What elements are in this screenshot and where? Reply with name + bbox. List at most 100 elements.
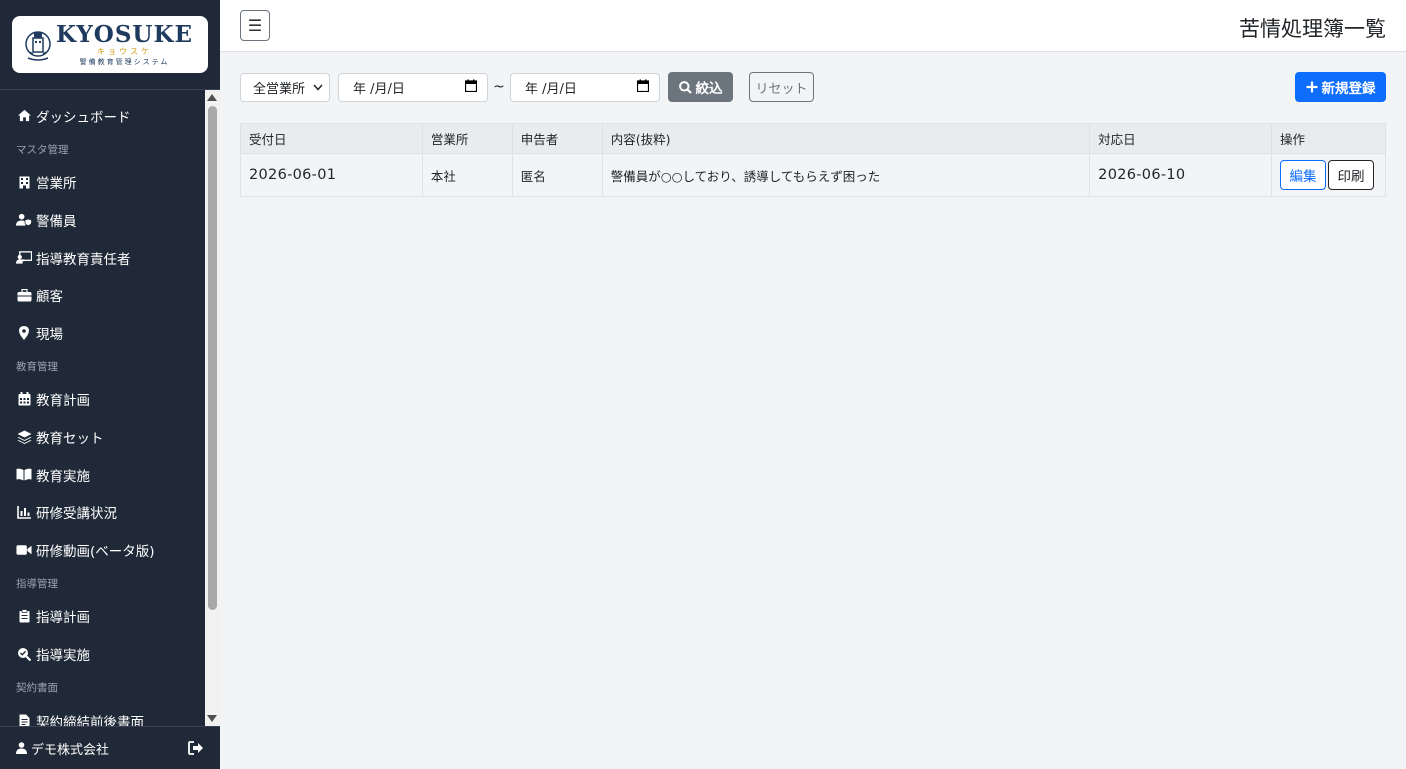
date-to-value: 年 /月/日 [525, 81, 577, 97]
home-icon [16, 109, 32, 123]
sidebar-item-edu-set[interactable]: 教育セット [0, 418, 205, 456]
sidebar-item-customers[interactable]: 顧客 [0, 276, 205, 314]
cell-received-date: 2026-06-01 [240, 153, 423, 197]
briefcase-icon [16, 288, 32, 302]
top-header: ☰ 苦情処理簿一覧 [220, 0, 1406, 52]
cell-office: 本社 [421, 153, 513, 197]
col-actions: 操作 [1271, 123, 1386, 154]
calendar-picker-icon[interactable] [636, 79, 650, 96]
filter-bar: 全営業所 年 /月/日 ~ 年 /月/日 絞込 リセット [240, 72, 814, 102]
sidebar-item-label: 契約締結前後書面 [36, 714, 144, 726]
sidebar-item-label: 研修受講状況 [36, 506, 117, 523]
col-office[interactable]: 営業所 [421, 123, 513, 154]
calendar-icon [16, 392, 32, 406]
sidebar-item-label: 教育計画 [36, 393, 90, 410]
layers-icon [16, 430, 32, 444]
sidebar-scrollbar[interactable] [205, 90, 220, 726]
sidebar-item-guards[interactable]: 警備員 [0, 201, 205, 239]
calendar-picker-icon[interactable] [464, 79, 478, 96]
sidebar-item-label: 顧客 [36, 289, 63, 306]
hamburger-icon: ☰ [247, 16, 263, 35]
scroll-up-icon[interactable] [207, 94, 217, 101]
chalkboard-teacher-icon [16, 251, 32, 265]
sidebar-item-sites[interactable]: 現場 [0, 314, 205, 352]
section-contract: 契約書面 [16, 681, 58, 694]
date-from-input[interactable]: 年 /月/日 [338, 72, 488, 102]
date-from-value: 年 /月/日 [353, 81, 405, 97]
section-education: 教育管理 [16, 360, 58, 373]
office-select-value: 全営業所 [253, 81, 306, 97]
logo-sub-text: 警備教育管理システム [79, 57, 170, 66]
sidebar-item-label: 教育実施 [36, 468, 90, 485]
table-row[interactable]: 2026-06-01 本社 匿名 警備員が○○しており、誘導してもらえず困った … [240, 153, 1386, 197]
user-name: デモ株式会社 [31, 742, 110, 758]
range-separator: ~ [493, 79, 505, 95]
sidebar-item-training-video[interactable]: 研修動画(ベータ版) [0, 531, 205, 569]
user-shield-icon [16, 213, 32, 227]
sidebar-footer: デモ株式会社 [0, 726, 220, 769]
sidebar: KYOSUKE キョウスケ 警備教育管理システム ダッシュボード マスタ管理 営… [0, 0, 220, 769]
sidebar-item-contract-docs[interactable]: 契約締結前後書面 [0, 702, 205, 726]
table-header-row: 受付日 営業所 申告者 内容(抜粋) 対応日 操作 [240, 123, 1386, 154]
sidebar-item-label: 警備員 [36, 213, 77, 230]
sidebar-item-instructors[interactable]: 指導教育責任者 [0, 239, 205, 277]
new-entry-label: 新規登録 [1321, 81, 1376, 97]
sidebar-item-label: 研修動画(ベータ版) [36, 543, 155, 560]
logo[interactable]: KYOSUKE キョウスケ 警備教育管理システム [12, 16, 208, 73]
sidebar-item-label: 現場 [36, 326, 63, 343]
sidebar-item-training-status[interactable]: 研修受講状況 [0, 493, 205, 531]
date-to-input[interactable]: 年 /月/日 [510, 72, 660, 102]
sidebar-item-guidance-plan[interactable]: 指導計画 [0, 598, 205, 636]
menu-toggle-button[interactable]: ☰ [240, 10, 270, 41]
sidebar-item-guidance-exec[interactable]: 指導実施 [0, 635, 205, 673]
clipboard-icon [16, 609, 32, 623]
video-icon [16, 543, 32, 557]
office-select[interactable]: 全営業所 [240, 72, 330, 102]
col-response-date[interactable]: 対応日 [1089, 123, 1273, 154]
reset-button[interactable]: リセット [749, 72, 814, 102]
col-reporter[interactable]: 申告者 [511, 123, 603, 154]
filter-button-label: 絞込 [695, 81, 723, 97]
sidebar-item-edu-exec[interactable]: 教育実施 [0, 456, 205, 494]
building-icon [16, 175, 32, 189]
current-user: デモ株式会社 [16, 739, 109, 758]
complaints-table: 受付日 営業所 申告者 内容(抜粋) 対応日 操作 2026-06-01 本社 … [240, 123, 1386, 197]
edit-button[interactable]: 編集 [1280, 160, 1327, 190]
sidebar-item-label: 指導実施 [36, 647, 90, 664]
new-entry-button[interactable]: 新規登録 [1295, 72, 1386, 102]
sidebar-item-label: ダッシュボード [36, 109, 131, 126]
file-contract-icon [16, 714, 32, 726]
filter-button[interactable]: 絞込 [668, 72, 733, 102]
sidebar-item-label: 教育セット [36, 430, 104, 447]
sidebar-item-label: 営業所 [36, 176, 77, 193]
cell-content: 警備員が○○しており、誘導してもらえず困った [601, 153, 1091, 197]
logo-kana-text: キョウスケ [97, 46, 152, 56]
logo-emblem-icon [24, 24, 52, 66]
scroll-thumb[interactable] [208, 106, 217, 610]
sidebar-item-office[interactable]: 営業所 [0, 164, 205, 202]
map-pin-icon [16, 325, 32, 340]
section-master: マスタ管理 [16, 143, 69, 156]
chevron-down-icon [313, 80, 323, 95]
logout-icon[interactable] [188, 741, 204, 755]
sidebar-item-label: 指導計画 [36, 610, 90, 627]
logo-area: KYOSUKE キョウスケ 警備教育管理システム [0, 0, 220, 90]
search-icon [678, 80, 692, 94]
section-guidance: 指導管理 [16, 577, 58, 590]
cell-actions: 編集 印刷 [1271, 153, 1386, 197]
col-received-date[interactable]: 受付日 [240, 123, 423, 154]
sidebar-item-dashboard[interactable]: ダッシュボード [0, 97, 205, 135]
scroll-down-icon[interactable] [207, 715, 217, 722]
sidebar-nav: ダッシュボード マスタ管理 営業所 警備員 指導教育責任者 顧客 現場 教育管理… [0, 90, 205, 726]
cell-response-date: 2026-06-10 [1089, 153, 1273, 197]
logo-main-text: KYOSUKE [56, 20, 194, 48]
print-button[interactable]: 印刷 [1328, 160, 1375, 190]
plus-icon [1306, 81, 1318, 93]
col-content[interactable]: 内容(抜粋) [601, 123, 1091, 154]
user-icon [16, 742, 27, 754]
cell-reporter: 匿名 [511, 153, 603, 197]
sidebar-item-label: 指導教育責任者 [36, 251, 131, 268]
search-check-icon [16, 647, 32, 661]
page-title: 苦情処理簿一覧 [1239, 17, 1386, 41]
sidebar-item-edu-plan[interactable]: 教育計画 [0, 381, 205, 419]
